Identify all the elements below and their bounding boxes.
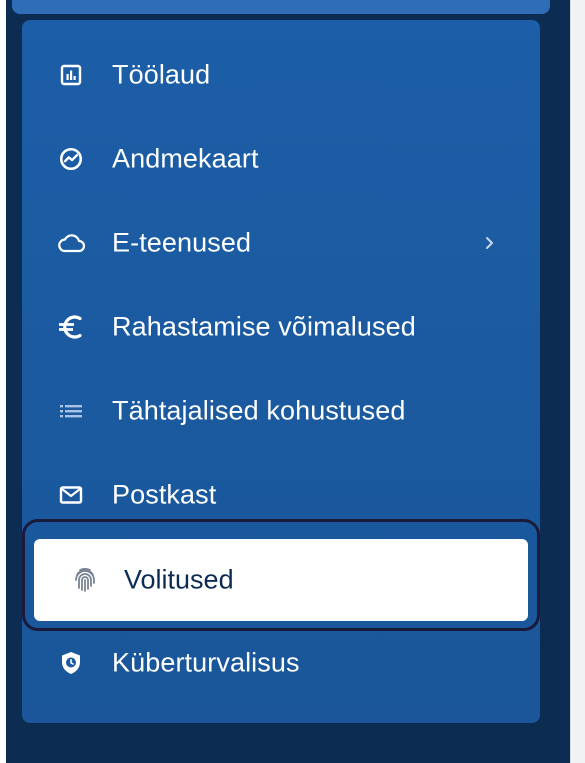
- sidebar-item-label: Postkast: [112, 479, 217, 510]
- euro-icon: [54, 310, 88, 344]
- sidebar-item-label: Andmekaart: [112, 143, 259, 174]
- fingerprint-icon: [68, 563, 102, 597]
- scrollbar-track[interactable]: [570, 0, 585, 763]
- mail-icon: [54, 478, 88, 512]
- sidebar-item-label: Küberturvalisus: [112, 647, 300, 678]
- list-icon: [54, 394, 88, 428]
- sidebar-top-bar: [12, 0, 550, 14]
- dashboard-chart-icon: [54, 58, 88, 92]
- shield-clock-icon: [54, 646, 88, 680]
- sidebar-item-label: E-teenused: [112, 227, 252, 258]
- sidebar-item-volitused[interactable]: Volitused: [34, 539, 528, 621]
- sidebar-item-e-teenused[interactable]: E-teenused: [22, 201, 540, 285]
- sidebar-item-label: Volitused: [124, 564, 234, 595]
- sidebar-item-volitused-focus: Volitused: [22, 519, 540, 631]
- trend-chart-circle-icon: [54, 142, 88, 176]
- sidebar-item-andmekaart[interactable]: Andmekaart: [22, 117, 540, 201]
- sidebar-item-tahtajalised-kohustused[interactable]: Tähtajalised kohustused: [22, 369, 540, 453]
- sidebar-item-label: Tähtajalised kohustused: [112, 395, 406, 426]
- sidebar-item-label: Rahastamise võimalused: [112, 311, 416, 342]
- sidebar-item-kuberturvalisus[interactable]: Küberturvalisus: [22, 621, 540, 705]
- sidebar-item-label: Töölaud: [112, 59, 211, 90]
- chevron-right-icon[interactable]: [482, 235, 498, 251]
- sidebar-item-rahastamise-voimalused[interactable]: Rahastamise võimalused: [22, 285, 540, 369]
- sidebar-item-toolaud[interactable]: Töölaud: [22, 33, 540, 117]
- cloud-icon: [54, 226, 88, 260]
